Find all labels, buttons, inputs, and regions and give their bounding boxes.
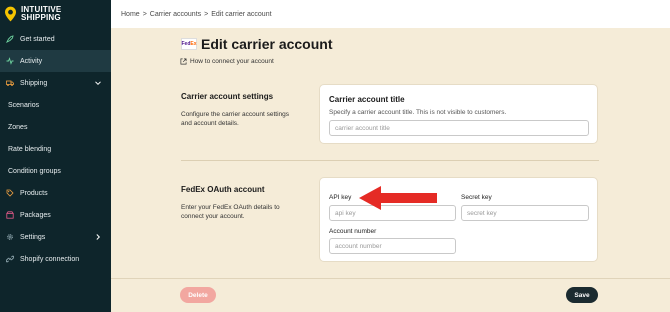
sidebar-item-zones[interactable]: Zones [0,116,111,138]
save-button[interactable]: Save [566,287,598,303]
sidebar-item-label: Shopify connection [20,255,80,263]
carrier-title-input[interactable] [329,120,589,136]
tag-icon [6,189,14,197]
truck-icon [6,79,14,87]
external-link-icon [180,58,187,65]
brand-name: INTUITIVE SHIPPING [21,6,61,22]
api-key-label: API key [329,194,352,201]
sidebar-item-label: Zones [8,123,28,131]
secret-key-label: Secret key [461,194,492,201]
sidebar-item-label: Scenarios [8,101,40,109]
sidebar-item-settings[interactable]: Settings [0,226,111,248]
oauth-description-line2: connect your account. [181,213,245,220]
sidebar-item-shipping[interactable]: Shipping [0,72,111,94]
account-number-label: Account number [329,228,377,235]
sidebar-item-label: Products [20,189,48,197]
sidebar-item-condition-groups[interactable]: Condition groups [0,160,111,182]
brand-line2: SHIPPING [21,13,61,22]
sidebar-item-packages[interactable]: Packages [0,204,111,226]
package-icon [6,211,14,219]
breadcrumb-home[interactable]: Home [121,11,140,18]
brand-logo[interactable]: INTUITIVE SHIPPING [0,0,111,28]
carrier-title-card: Carrier account title Specify a carrier … [319,84,598,144]
main-content: Home > Carrier accounts > Edit carrier a… [111,0,670,312]
breadcrumb-carrier-accounts[interactable]: Carrier accounts [150,11,201,18]
chevron-right-icon[interactable] [94,233,102,241]
fedex-logo-fed: Fed [181,41,191,47]
sidebar-item-label: Shipping [20,79,48,87]
gear-icon [6,233,14,241]
link-icon [6,255,14,263]
chevron-down-icon[interactable] [94,79,102,87]
secret-key-input[interactable] [461,205,589,221]
sidebar-item-scenarios[interactable]: Scenarios [0,94,111,116]
breadcrumb-separator: > [142,10,147,18]
page-title: Edit carrier account [201,36,333,52]
settings-description-line2: and account details. [181,120,239,127]
fedex-logo: Fed Ex [181,38,197,50]
sidebar-item-label: Settings [20,233,46,241]
settings-section-heading: Carrier account settings [181,92,274,101]
breadcrumb-separator: > [204,10,209,18]
carrier-title-help: Specify a carrier account title. This is… [329,109,507,116]
sidebar-item-label: Condition groups [8,167,61,175]
red-arrow-annotation [359,186,437,210]
sidebar-item-label: Packages [20,211,51,219]
activity-icon [6,57,14,65]
sidebar-item-label: Activity [20,57,43,65]
sidebar-item-label: Get started [20,35,55,43]
map-pin-icon [5,6,16,22]
page-header: Fed Ex Edit carrier account [181,36,333,52]
sidebar-item-get-started[interactable]: Get started [0,28,111,50]
section-divider [181,160,599,161]
sidebar-item-shopify-connection[interactable]: Shopify connection [0,248,111,270]
breadcrumb-current: Edit carrier account [211,10,272,18]
settings-description-line1: Configure the carrier account settings [181,111,290,118]
sidebar-item-rate-blending[interactable]: Rate blending [0,138,111,160]
oauth-section-heading: FedEx OAuth account [181,185,265,194]
help-link[interactable]: How to connect your account [180,58,274,65]
sidebar-item-products[interactable]: Products [0,182,111,204]
rocket-icon [6,35,14,43]
sidebar: INTUITIVE SHIPPING Get started Activity … [0,0,111,312]
account-number-input[interactable] [329,238,456,254]
sidebar-item-activity[interactable]: Activity [0,50,111,72]
delete-button[interactable]: Delete [180,287,216,303]
settings-section-description: Configure the carrier account settings a… [181,110,289,128]
breadcrumb: Home > Carrier accounts > Edit carrier a… [111,0,670,28]
fedex-logo-ex: Ex [190,41,197,47]
sidebar-item-label: Rate blending [8,145,52,153]
help-link-label: How to connect your account [190,58,274,65]
oauth-description-line1: Enter your FedEx OAuth details to [181,204,280,211]
oauth-section-description: Enter your FedEx OAuth details to connec… [181,203,280,221]
carrier-title-label: Carrier account title [329,95,405,104]
